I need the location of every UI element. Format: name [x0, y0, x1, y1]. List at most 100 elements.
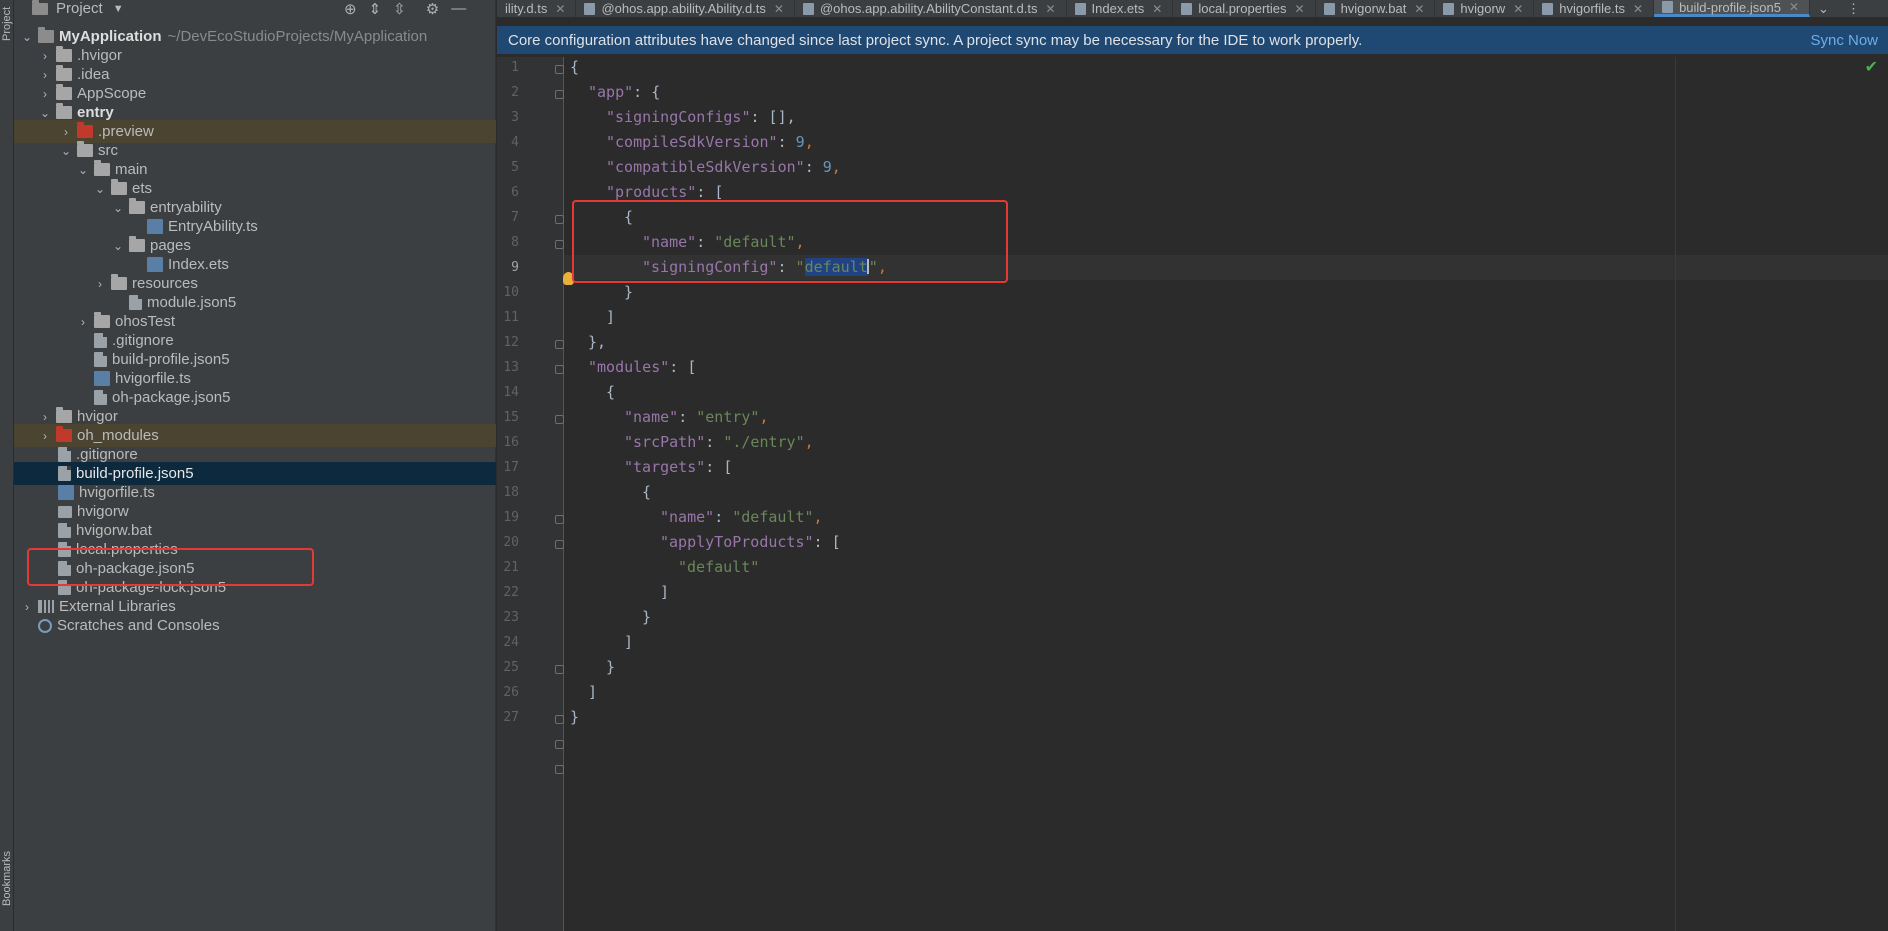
chevron-right-icon[interactable]: › [93, 277, 107, 291]
editor-tab[interactable]: ility.d.ts ✕ [497, 0, 577, 17]
fold-icon[interactable] [555, 215, 564, 224]
sync-message: Core configuration attributes have chang… [508, 31, 1363, 49]
editor-tab[interactable]: @ohos.app.ability.Ability.d.ts ✕ [576, 0, 795, 17]
gitignore-file-icon [94, 333, 107, 348]
tree-item-label: build-profile.json5 [112, 351, 230, 368]
editor-tab[interactable]: local.properties ✕ [1173, 0, 1316, 17]
fold-icon[interactable] [555, 415, 564, 424]
chevron-right-icon[interactable]: › [38, 68, 52, 82]
gear-icon[interactable]: ⚙ [426, 0, 439, 18]
tab-label: @ohos.app.ability.Ability.d.ts [601, 1, 766, 16]
typescript-file-icon [94, 371, 110, 386]
line-number: 23 [503, 610, 519, 625]
close-icon[interactable]: ✕ [1414, 2, 1424, 16]
chevron-down-icon[interactable]: ⌄ [20, 30, 34, 44]
fold-icon[interactable] [555, 540, 564, 549]
editor-tab[interactable]: Index.ets ✕ [1067, 0, 1174, 17]
line-number: 4 [511, 135, 519, 150]
chevron-right-icon[interactable]: › [76, 315, 90, 329]
close-icon[interactable]: ✕ [1789, 0, 1799, 14]
tree-item-scratches[interactable]: Scratches and Consoles [14, 614, 496, 637]
tree-item-label: .gitignore [76, 446, 138, 463]
folder-icon [56, 46, 72, 62]
expand-all-icon[interactable]: ⇕ [369, 0, 382, 18]
tree-item-label: build-profile.json5 [76, 465, 194, 482]
editor-tab-active[interactable]: build-profile.json5 ✕ [1654, 0, 1811, 17]
fold-icon[interactable] [555, 765, 564, 774]
fold-icon[interactable] [555, 90, 564, 99]
fold-icon[interactable] [555, 365, 564, 374]
scratches-icon [38, 618, 52, 633]
editor-tab[interactable]: @ohos.app.ability.AbilityConstant.d.ts ✕ [795, 0, 1067, 17]
line-number: 8 [511, 235, 519, 250]
collapse-all-icon[interactable]: ⇳ [393, 0, 406, 18]
project-tool-tab[interactable]: Project [0, 0, 14, 48]
tree-item-label: module.json5 [147, 294, 237, 311]
line-number: 3 [511, 110, 519, 125]
tab-label: hvigorfile.ts [1559, 1, 1625, 16]
json5-file-icon [94, 352, 107, 367]
tree-item-label: MyApplication [59, 28, 162, 45]
line-number: 5 [511, 160, 519, 175]
line-number: 21 [503, 560, 519, 575]
shell-script-icon [58, 505, 72, 518]
fold-icon[interactable] [555, 715, 564, 724]
more-tabs-button[interactable]: ⋮ [1839, 0, 1870, 17]
locate-icon[interactable]: ⊕ [344, 0, 357, 18]
tree-item-label: .gitignore [112, 332, 174, 349]
tree-item-label: hvigor [77, 408, 118, 425]
close-icon[interactable]: ✕ [774, 2, 784, 16]
chevron-down-icon[interactable]: ⌄ [93, 182, 107, 196]
close-icon[interactable]: ✕ [1513, 2, 1523, 16]
close-icon[interactable]: ✕ [1045, 2, 1055, 16]
fold-icon[interactable] [555, 740, 564, 749]
tree-item-label: .idea [77, 66, 110, 83]
code-line-13: "modules": [ [588, 358, 697, 376]
editor-tab[interactable]: hvigorw ✕ [1435, 0, 1535, 17]
close-icon[interactable]: ✕ [1152, 2, 1162, 16]
chevron-right-icon[interactable]: › [38, 429, 52, 443]
chevron-down-icon[interactable]: ⌄ [111, 239, 125, 253]
folder-icon [111, 179, 127, 195]
fold-icon[interactable] [555, 240, 564, 249]
fold-icon[interactable] [555, 65, 564, 74]
fold-icon[interactable] [555, 665, 564, 674]
sync-now-link[interactable]: Sync Now [1810, 32, 1878, 49]
fold-icon[interactable] [555, 340, 564, 349]
editor-tab[interactable]: hvigorfile.ts ✕ [1534, 0, 1655, 17]
code-editor[interactable]: ✔ 1 2 3 4 5 6 7 8 9 10 11 12 13 14 15 16 17 18 19 20 21 22 23 2… [497, 57, 1888, 931]
fold-icon[interactable] [555, 515, 564, 524]
tree-item-label: .hvigor [77, 47, 123, 64]
json5-file-icon [129, 295, 142, 310]
code-line-16: "srcPath": "./entry", [624, 433, 814, 451]
close-icon[interactable]: ✕ [555, 2, 565, 16]
code-line-23: } [642, 608, 652, 626]
hide-panel-icon[interactable]: — [451, 0, 466, 18]
chevron-down-icon[interactable]: ⌄ [38, 106, 52, 120]
chevron-right-icon[interactable]: › [59, 125, 73, 139]
close-icon[interactable]: ✕ [1295, 2, 1305, 16]
highlight-box-code [572, 200, 1008, 283]
chevron-down-icon[interactable]: ⌄ [76, 163, 90, 177]
chevron-right-icon[interactable]: › [38, 49, 52, 63]
line-number: 13 [503, 360, 519, 375]
chevron-right-icon[interactable]: › [38, 410, 52, 424]
typescript-file-icon [147, 219, 163, 234]
chevron-right-icon[interactable]: › [20, 600, 34, 614]
close-icon[interactable]: ✕ [1633, 2, 1643, 16]
line-number: 19 [503, 510, 519, 525]
tab-label: hvigorw [1460, 1, 1506, 16]
tab-label: ility.d.ts [505, 1, 548, 16]
more-icon: ⋮ [1846, 0, 1860, 16]
chevron-down-icon[interactable]: ⌄ [111, 201, 125, 215]
bookmarks-tool-tab[interactable]: Bookmarks [0, 828, 14, 928]
line-number: 22 [503, 585, 519, 600]
tab-list-button[interactable]: ⌄ [1810, 0, 1839, 17]
chevron-down-icon[interactable]: ▼ [113, 3, 124, 15]
chevron-down-icon[interactable]: ⌄ [59, 144, 73, 158]
tree-item-label: AppScope [77, 85, 147, 102]
project-view-selector[interactable]: Project [56, 0, 103, 17]
line-number: 17 [503, 460, 519, 475]
editor-tab[interactable]: hvigorw.bat ✕ [1316, 0, 1436, 17]
chevron-right-icon[interactable]: › [38, 87, 52, 101]
